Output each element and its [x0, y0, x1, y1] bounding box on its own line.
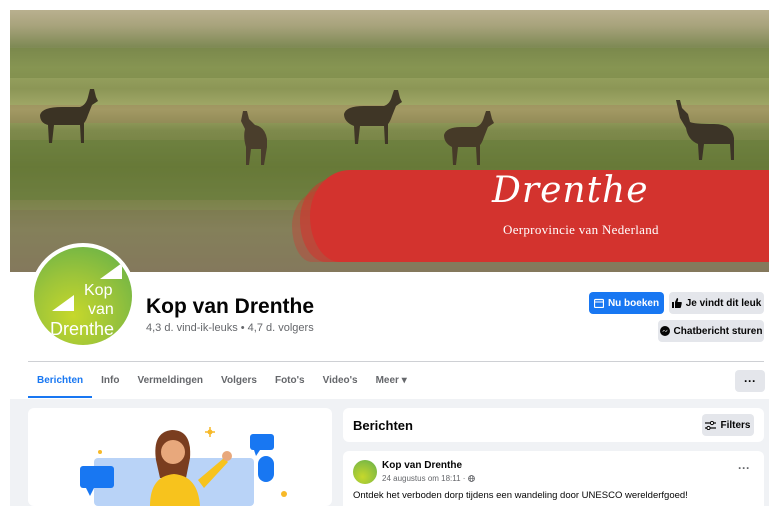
page-title: Kop van Drenthe	[146, 295, 315, 318]
avatar-text: van	[88, 301, 114, 318]
book-now-label: Nu boeken	[607, 297, 660, 309]
thumbs-up-icon	[671, 298, 682, 308]
tab-fotos[interactable]: Foto's	[266, 368, 314, 398]
tab-berichten[interactable]: Berichten	[28, 368, 93, 398]
post-card: Kop van Drenthe 24 augustus om 18:11 · ·…	[343, 451, 764, 506]
profile-avatar[interactable]: Kop van Drenthe	[30, 243, 136, 349]
globe-icon	[467, 475, 475, 482]
tab-volgers[interactable]: Volgers	[212, 368, 266, 398]
page-stats[interactable]: 4,3 d. vind-ik-leuks • 4,7 d. volgers	[146, 322, 314, 334]
banner-subtitle: Oerprovincie van Nederland	[503, 222, 659, 237]
tab-videos[interactable]: Video's	[314, 368, 367, 398]
tab-info[interactable]: Info	[92, 368, 128, 398]
post-date-text: 24 augustus om 18:11 ·	[382, 474, 468, 483]
page-tabs: Berichten Info Vermeldingen Volgers Foto…	[28, 368, 416, 398]
book-now-button[interactable]: Nu boeken	[589, 292, 664, 314]
deer-silhouette	[344, 90, 402, 144]
avatar-text: Drenthe	[50, 319, 115, 339]
send-message-button[interactable]: Chatbericht sturen	[658, 320, 764, 342]
avatar-text: Kop	[84, 282, 113, 299]
post-menu-button[interactable]: ···	[738, 461, 750, 475]
tab-more[interactable]: Meer ▾	[367, 368, 416, 398]
posts-header-card: Berichten Filters	[343, 408, 764, 442]
deer-silhouette	[241, 111, 267, 165]
calendar-icon	[593, 298, 604, 308]
sliders-icon	[705, 420, 717, 430]
messenger-icon	[659, 326, 670, 336]
header-divider	[28, 361, 764, 362]
banner-logo-text: Drenthe	[492, 170, 649, 211]
cover-field-band	[10, 48, 769, 78]
tab-vermeldingen[interactable]: Vermeldingen	[128, 368, 212, 398]
posts-section-title: Berichten	[353, 418, 413, 433]
post-author[interactable]: Kop van Drenthe	[382, 460, 462, 471]
liked-button[interactable]: Je vindt dit leuk	[669, 292, 764, 314]
deer-silhouette	[444, 111, 494, 165]
intro-card	[28, 408, 332, 506]
post-text: Ontdek het verboden dorp tijdens een wan…	[353, 490, 688, 501]
deer-silhouette	[676, 100, 734, 160]
deer-silhouette	[40, 89, 98, 143]
illustration-person-icon	[80, 427, 287, 506]
post-avatar[interactable]	[353, 460, 377, 484]
logo-triangle-icon	[100, 263, 122, 279]
send-message-label: Chatbericht sturen	[673, 325, 763, 337]
liked-label: Je vindt dit leuk	[685, 297, 762, 309]
logo-triangle-icon	[52, 295, 74, 311]
more-options-button[interactable]: ···	[735, 370, 765, 392]
filters-button[interactable]: Filters	[702, 414, 754, 436]
post-date[interactable]: 24 augustus om 18:11 ·	[382, 474, 475, 483]
filters-label: Filters	[720, 419, 751, 431]
